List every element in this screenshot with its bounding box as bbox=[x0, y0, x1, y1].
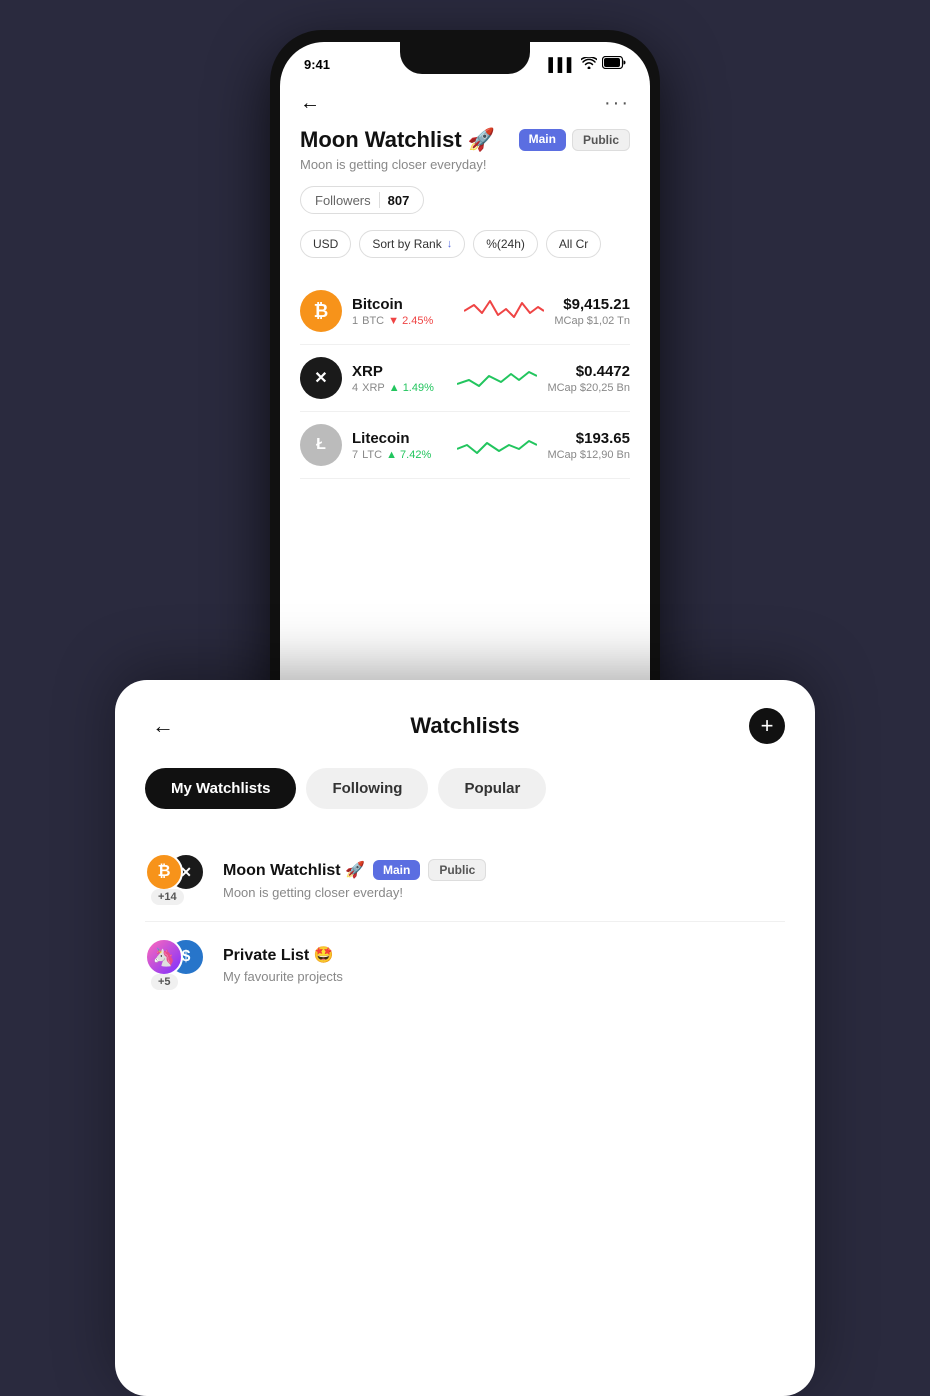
phone-title: Moon Watchlist 🚀 bbox=[300, 127, 495, 153]
xrp-price-col: $0.4472 MCap $20,25 Bn bbox=[547, 363, 630, 394]
moon-icon-count: +14 bbox=[151, 889, 184, 905]
btc-symbol: BTC bbox=[362, 315, 384, 327]
btc-chart bbox=[464, 293, 544, 329]
ltc-mcap: MCap $12,90 Bn bbox=[547, 449, 630, 461]
xrp-symbol: XRP bbox=[362, 382, 385, 394]
btc-meta: 1 BTC ▼ 2.45% bbox=[352, 315, 454, 327]
ltc-chart bbox=[457, 427, 537, 463]
moon-icon-btc: ₿ bbox=[145, 853, 183, 891]
filter-usd[interactable]: USD bbox=[300, 230, 351, 258]
wifi-icon bbox=[581, 57, 597, 72]
private-wl-desc: My favourite projects bbox=[223, 969, 785, 984]
btc-name: Bitcoin bbox=[352, 296, 454, 313]
private-icon-uni: 🦄 bbox=[145, 938, 183, 976]
moon-wl-name: Moon Watchlist 🚀 bbox=[223, 860, 365, 880]
ltc-symbol: LTC bbox=[362, 449, 382, 461]
sheet-title: Watchlists bbox=[181, 713, 749, 739]
followers-count: 807 bbox=[388, 193, 410, 208]
phone-subtitle: Moon is getting closer everyday! bbox=[300, 157, 630, 172]
battery-icon bbox=[602, 56, 626, 72]
filter-sort[interactable]: Sort by Rank ↓ bbox=[359, 230, 465, 258]
coin-row-btc[interactable]: ₿ Bitcoin 1 BTC ▼ 2.45% bbox=[300, 278, 630, 345]
xrp-chart bbox=[457, 360, 537, 396]
filter-sort-label: Sort by Rank bbox=[372, 237, 441, 251]
watchlist-item-private[interactable]: 🦄 $ +5 Private List 🤩 My favourite proje… bbox=[145, 922, 785, 1006]
ltc-price: $193.65 bbox=[547, 430, 630, 447]
sort-arrow-icon: ↓ bbox=[447, 238, 453, 250]
moon-main-badge: Main bbox=[373, 860, 420, 880]
page-wrapper: 9:41 ▌▌▌ bbox=[0, 0, 930, 1396]
btc-info: Bitcoin 1 BTC ▼ 2.45% bbox=[352, 296, 454, 327]
sheet-header: ← Watchlists + bbox=[145, 708, 785, 744]
phone-screen: 9:41 ▌▌▌ bbox=[280, 42, 650, 738]
main-badge: Main bbox=[519, 129, 566, 151]
ltc-meta: 7 LTC ▲ 7.42% bbox=[352, 449, 447, 461]
private-wl-title-row: Private List 🤩 bbox=[223, 945, 785, 965]
xrp-info: XRP 4 XRP ▲ 1.49% bbox=[352, 363, 447, 394]
tab-my-watchlists[interactable]: My Watchlists bbox=[145, 768, 296, 809]
btc-price: $9,415.21 bbox=[554, 296, 630, 313]
followers-label: Followers bbox=[315, 193, 371, 208]
watchlist-item-moon[interactable]: ₿ ✕ +14 Moon Watchlist 🚀 Main Public Moo… bbox=[145, 837, 785, 922]
sheet-back-button[interactable]: ← bbox=[145, 708, 181, 744]
xrp-meta: 4 XRP ▲ 1.49% bbox=[352, 382, 447, 394]
ltc-price-col: $193.65 MCap $12,90 Bn bbox=[547, 430, 630, 461]
ltc-change: ▲ 7.42% bbox=[386, 449, 431, 461]
moon-wl-icons: ₿ ✕ +14 bbox=[145, 853, 209, 905]
private-wl-name: Private List 🤩 bbox=[223, 945, 334, 965]
more-menu-button[interactable]: ··· bbox=[604, 92, 630, 115]
phone-time: 9:41 bbox=[304, 57, 330, 72]
tab-following[interactable]: Following bbox=[306, 768, 428, 809]
status-icons: ▌▌▌ bbox=[548, 56, 626, 72]
ltc-info: Litecoin 7 LTC ▲ 7.42% bbox=[352, 430, 447, 461]
moon-wl-info: Moon Watchlist 🚀 Main Public Moon is get… bbox=[223, 859, 785, 900]
xrp-name: XRP bbox=[352, 363, 447, 380]
btc-icon: ₿ bbox=[300, 290, 342, 332]
phone-title-row: Moon Watchlist 🚀 Main Public bbox=[300, 127, 630, 153]
btc-change: ▼ 2.45% bbox=[388, 315, 433, 327]
filter-row: USD Sort by Rank ↓ %(24h) All Cr bbox=[300, 230, 630, 258]
coin-row-xrp[interactable]: ✕ XRP 4 XRP ▲ 1.49% bbox=[300, 345, 630, 412]
filter-allcr[interactable]: All Cr bbox=[546, 230, 601, 258]
xrp-price: $0.4472 bbox=[547, 363, 630, 380]
private-icon-count: +5 bbox=[151, 974, 178, 990]
signal-icon: ▌▌▌ bbox=[548, 57, 576, 72]
private-wl-info: Private List 🤩 My favourite projects bbox=[223, 945, 785, 984]
phone-nav: ← ··· bbox=[300, 84, 630, 127]
tab-popular[interactable]: Popular bbox=[438, 768, 546, 809]
moon-public-badge: Public bbox=[428, 859, 486, 881]
back-button[interactable]: ← bbox=[300, 92, 320, 115]
phone-badge-row: Main Public bbox=[519, 129, 630, 151]
phone-frame: 9:41 ▌▌▌ bbox=[270, 30, 660, 750]
tabs-row: My Watchlists Following Popular bbox=[145, 768, 785, 809]
xrp-rank: 4 bbox=[352, 382, 358, 394]
bottom-sheet: ← Watchlists + My Watchlists Following P… bbox=[115, 680, 815, 1396]
phone-notch bbox=[400, 42, 530, 74]
xrp-change: ▲ 1.49% bbox=[389, 382, 434, 394]
filter-change-label: %(24h) bbox=[486, 237, 525, 251]
xrp-icon: ✕ bbox=[300, 357, 342, 399]
followers-pill[interactable]: Followers 807 bbox=[300, 186, 424, 214]
ltc-rank: 7 bbox=[352, 449, 358, 461]
moon-wl-title-row: Moon Watchlist 🚀 Main Public bbox=[223, 859, 785, 881]
ltc-name: Litecoin bbox=[352, 430, 447, 447]
coin-row-ltc[interactable]: Ł Litecoin 7 LTC ▲ 7.42% bbox=[300, 412, 630, 479]
coin-list: ₿ Bitcoin 1 BTC ▼ 2.45% bbox=[300, 278, 630, 479]
filter-change[interactable]: %(24h) bbox=[473, 230, 538, 258]
sheet-add-button[interactable]: + bbox=[749, 708, 785, 744]
btc-rank: 1 bbox=[352, 315, 358, 327]
private-wl-icons: 🦄 $ +5 bbox=[145, 938, 209, 990]
public-badge: Public bbox=[572, 129, 630, 151]
followers-divider bbox=[379, 192, 380, 208]
filter-allcr-label: All Cr bbox=[559, 237, 588, 251]
btc-mcap: MCap $1,02 Tn bbox=[554, 315, 630, 327]
filter-usd-label: USD bbox=[313, 237, 338, 251]
ltc-icon: Ł bbox=[300, 424, 342, 466]
xrp-mcap: MCap $20,25 Bn bbox=[547, 382, 630, 394]
btc-price-col: $9,415.21 MCap $1,02 Tn bbox=[554, 296, 630, 327]
moon-wl-desc: Moon is getting closer everday! bbox=[223, 885, 785, 900]
phone-content: ← ··· Moon Watchlist 🚀 Main Public Moon … bbox=[280, 76, 650, 722]
